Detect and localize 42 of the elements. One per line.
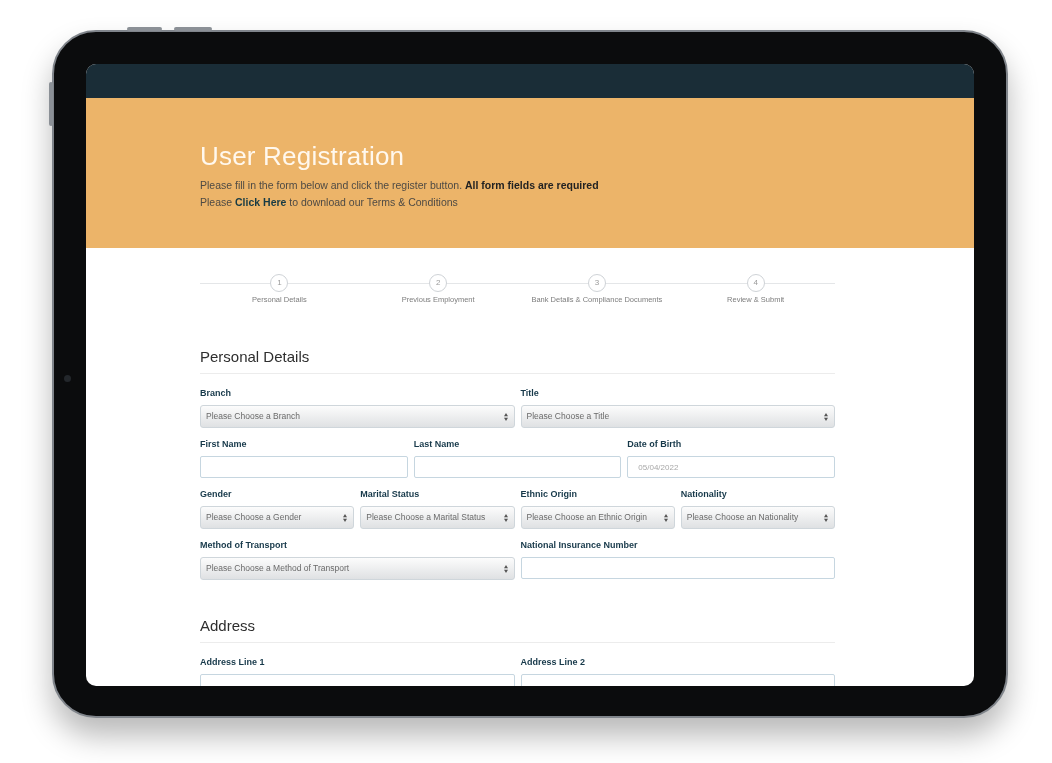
terms-note: Please Click Here to download our Terms & Conditions xyxy=(200,195,458,210)
page-title: User Registration xyxy=(200,141,405,171)
field-label: Address Line 2 xyxy=(520,657,586,668)
updown-arrows-icon xyxy=(343,513,348,522)
dropdown-field[interactable]: Please Choose a Marital Status xyxy=(360,506,515,529)
date-input[interactable]: 05/04/2022 xyxy=(627,456,835,478)
camera-icon xyxy=(64,375,71,382)
field-label: Ethnic Origin xyxy=(520,489,577,500)
dropdown-field[interactable]: Please Choose a Branch xyxy=(200,405,515,428)
step-number[interactable]: 2 xyxy=(429,274,448,292)
field-label: Gender xyxy=(200,489,232,500)
field-label: Marital Status xyxy=(360,489,420,500)
dropdown-field[interactable]: Please Choose a Method of Transport xyxy=(200,557,515,580)
text-input[interactable] xyxy=(200,456,408,478)
field-label: Branch xyxy=(200,388,231,399)
dropdown-field[interactable]: Please Choose an Nationality xyxy=(680,506,835,529)
updown-arrows-icon xyxy=(503,412,508,421)
step-number[interactable]: 4 xyxy=(746,274,765,292)
field-label: Title xyxy=(520,388,539,399)
section-heading: Personal Details xyxy=(200,348,310,366)
step-number[interactable]: 3 xyxy=(587,274,606,292)
step-number[interactable]: 1 xyxy=(270,274,289,292)
click-here-link[interactable]: Click Here xyxy=(235,196,287,208)
field-label: Address Line 1 xyxy=(200,657,265,668)
dropdown-field[interactable]: Please Choose an Ethnic Origin xyxy=(520,506,675,529)
updown-arrows-icon xyxy=(503,564,508,573)
updown-arrows-icon xyxy=(824,513,828,522)
field-label: Method of Transport xyxy=(200,540,287,551)
section-heading: Address xyxy=(200,617,256,635)
instructions-text: Please fill in the form below and click the register button. All form fields are required xyxy=(200,178,599,193)
dropdown-field[interactable]: Please Choose a Gender xyxy=(200,506,355,529)
updown-arrows-icon xyxy=(663,513,668,522)
updown-arrows-icon xyxy=(503,513,508,522)
field-label: Date of Birth xyxy=(627,439,682,450)
text-input[interactable] xyxy=(520,557,835,579)
dropdown-field[interactable]: Please Choose a Title xyxy=(520,405,835,428)
field-label: Nationality xyxy=(680,489,727,500)
field-label: First Name xyxy=(200,439,247,450)
field-label: Last Name xyxy=(413,439,460,450)
field-label: National Insurance Number xyxy=(520,540,638,551)
updown-arrows-icon xyxy=(824,412,828,421)
text-input[interactable] xyxy=(413,456,622,478)
